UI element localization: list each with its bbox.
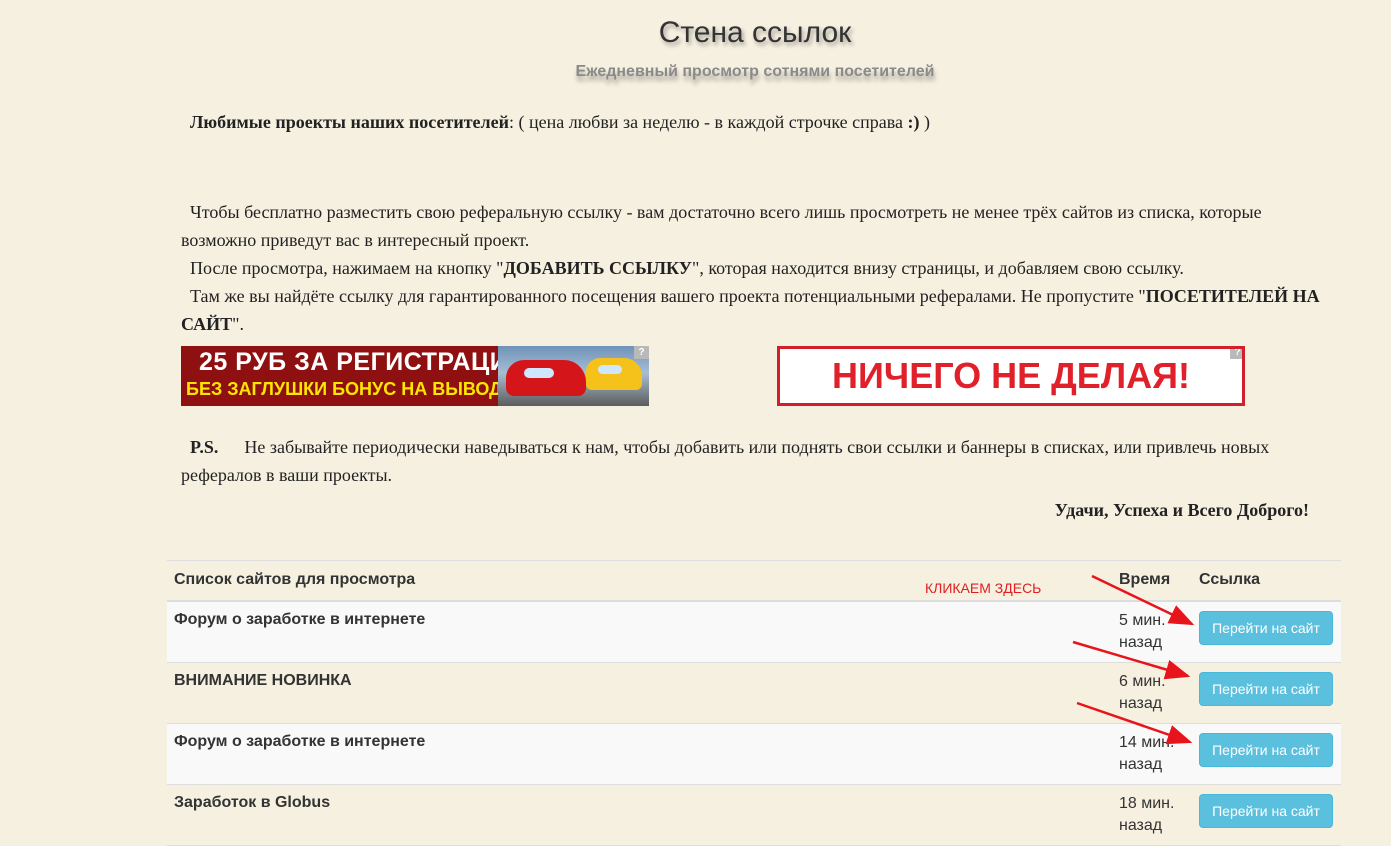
- arrow-icon: [1091, 574, 1195, 626]
- arrow-icon: [1072, 640, 1191, 680]
- annotation-arrows: [1072, 574, 1195, 745]
- arrow-icon: [1076, 701, 1193, 745]
